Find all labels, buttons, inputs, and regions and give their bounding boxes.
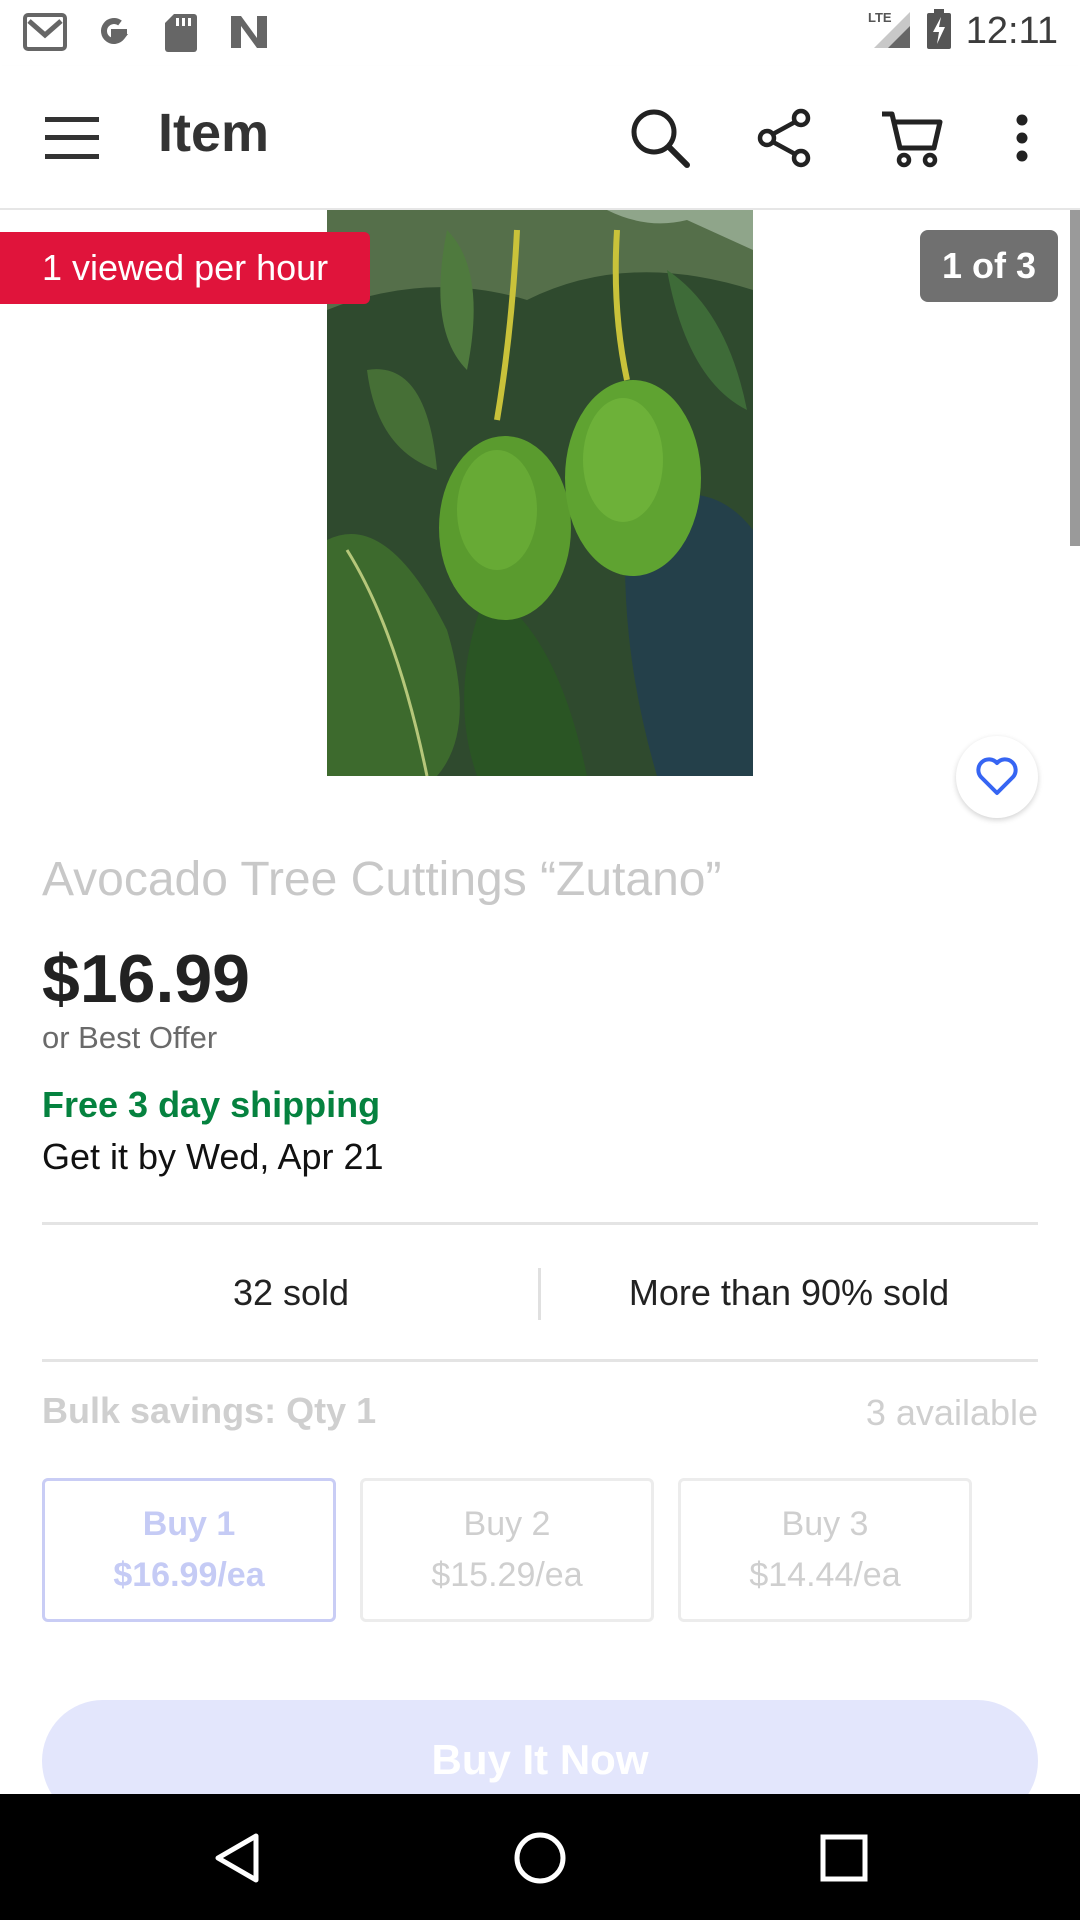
listing-title: Avocado Tree Cuttings “Zutano” — [42, 853, 722, 906]
app-bar: Item — [0, 66, 1080, 210]
recents-icon[interactable] — [806, 1820, 882, 1896]
bulk-option-price: $14.44/ea — [749, 1556, 901, 1594]
cart-icon[interactable] — [876, 102, 948, 174]
sold-count: 32 sold — [232, 1272, 350, 1313]
status-time: 12:11 — [965, 10, 1058, 52]
bulk-option-qty: Buy 2 — [463, 1505, 551, 1543]
watch-heart-button[interactable] — [956, 736, 1038, 818]
back-icon[interactable] — [198, 1820, 274, 1896]
delivery-estimate: Get it by Wed, Apr 21 — [42, 1136, 384, 1177]
lte-signal-icon: LTE — [868, 8, 912, 55]
bulk-option-buy-1[interactable]: Buy 1 $16.99/ea — [42, 1478, 336, 1622]
bulk-option-price: $15.29/ea — [431, 1556, 583, 1594]
product-photo[interactable] — [327, 210, 753, 776]
bulk-savings-label: Bulk savings: Qty 1 — [42, 1390, 377, 1431]
heart-icon — [976, 757, 1018, 795]
status-system-icons: LTE 12:11 — [868, 8, 1058, 55]
divider — [42, 1222, 1038, 1225]
sales-stats: 32 sold More than 90% sold — [42, 1226, 1038, 1360]
image-gallery[interactable]: 1 viewed per hour 1 of 3 — [0, 210, 1080, 830]
scrollbar[interactable] — [1070, 210, 1080, 546]
share-icon[interactable] — [749, 102, 821, 174]
sd-card-icon — [158, 10, 204, 54]
battery-charging-icon — [926, 9, 952, 54]
image-page-indicator: 1 of 3 — [919, 230, 1058, 302]
shipping-info: Free 3 day shipping — [42, 1084, 381, 1125]
google-icon — [90, 10, 136, 54]
n-app-icon — [226, 10, 272, 54]
views-per-hour-badge: 1 viewed per hour — [0, 232, 371, 304]
menu-icon[interactable] — [40, 106, 104, 170]
system-nav-bar — [0, 1794, 1080, 1920]
gmail-icon — [22, 10, 68, 54]
best-offer-note: or Best Offer — [42, 1020, 218, 1055]
status-notification-icons — [22, 10, 272, 54]
more-vert-icon[interactable] — [986, 102, 1058, 174]
bulk-option-buy-2[interactable]: Buy 2 $15.29/ea — [360, 1478, 654, 1622]
status-bar: LTE 12:11 — [0, 0, 1080, 66]
page-title: Item — [158, 103, 270, 163]
divider — [42, 1359, 1038, 1362]
sold-percent: More than 90% sold — [628, 1272, 950, 1313]
price: $16.99 — [42, 941, 250, 1017]
bulk-option-buy-3[interactable]: Buy 3 $14.44/ea — [678, 1478, 972, 1622]
svg-text:LTE: LTE — [868, 10, 892, 25]
home-icon[interactable] — [502, 1820, 578, 1896]
search-icon[interactable] — [624, 102, 696, 174]
bulk-option-price: $16.99/ea — [113, 1556, 265, 1594]
bulk-option-qty: Buy 3 — [781, 1505, 869, 1543]
available-quantity: 3 available — [865, 1392, 1038, 1433]
bulk-option-qty: Buy 1 — [142, 1505, 236, 1543]
